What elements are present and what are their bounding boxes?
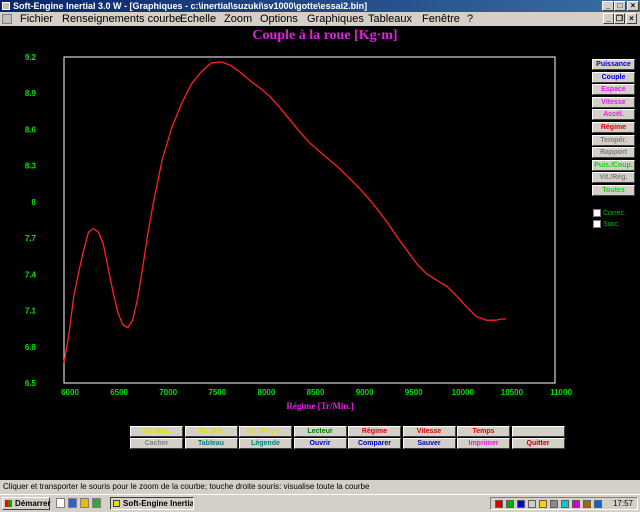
bottom-buttons-row1-7[interactable] xyxy=(511,426,565,437)
x-tick-label: 7000 xyxy=(159,388,177,397)
taskbar-app-button[interactable]: Soft-Engine Inertial... xyxy=(110,497,194,510)
tray-icon-3[interactable] xyxy=(517,500,525,508)
correc-checkbox[interactable]: Correc. xyxy=(593,209,626,218)
x-tick-label: 8000 xyxy=(258,388,276,397)
tray-icon-4[interactable] xyxy=(528,500,536,508)
x-tick-label: 7500 xyxy=(208,388,226,397)
right-button-3[interactable]: Vitesse xyxy=(592,96,635,108)
right-button-1[interactable]: Couple xyxy=(592,71,635,83)
bottom-buttons-row1-4[interactable]: Régime xyxy=(348,426,401,437)
bottom-buttons-row2-7[interactable]: Quitter xyxy=(511,438,565,449)
right-button-2[interactable]: Espace xyxy=(592,84,635,96)
right-button-10[interactable]: Toutes xyxy=(592,185,635,196)
x-tick-label: 10500 xyxy=(501,388,524,397)
windows-logo-icon xyxy=(5,500,12,507)
start-label: Démarrer xyxy=(15,499,51,508)
x-axis-label: Régime [Tr/Min.] xyxy=(286,401,353,411)
quick-launch-app-icon[interactable] xyxy=(92,498,101,508)
bottom-buttons-row2-2[interactable]: Légende xyxy=(239,438,292,449)
status-bar: Cliquer et transporter le souris pour le… xyxy=(0,480,640,494)
right-button-4[interactable]: Accél. xyxy=(592,109,635,121)
bottom-buttons-row2-0[interactable]: Cacher xyxy=(130,438,183,449)
tray-icon-10[interactable] xyxy=(594,500,602,508)
y-tick-label: 8.6 xyxy=(25,125,37,134)
right-button-7[interactable]: Rapport xyxy=(592,147,635,159)
tray-icon-8[interactable] xyxy=(572,500,580,508)
quick-launch-browser-icon[interactable] xyxy=(68,498,77,508)
tray-icon-9[interactable] xyxy=(583,500,591,508)
app-taskbar-icon xyxy=(113,500,120,507)
tray-icon-7[interactable] xyxy=(561,500,569,508)
bottom-buttons-row2-6[interactable]: Imprimer xyxy=(457,438,510,449)
y-tick-label: 7.4 xyxy=(25,270,37,279)
y-tick-label: 6.8 xyxy=(25,343,37,352)
system-tray: 17:57 xyxy=(490,497,638,510)
y-tick-label: 8.9 xyxy=(25,89,37,98)
bottom-buttons-row1-3[interactable]: Lecteur xyxy=(293,426,347,437)
x-tick-label: 6500 xyxy=(110,388,128,397)
x-tick-label: 11000 xyxy=(550,388,572,397)
bottom-buttons-row1-0[interactable]: Val. Max. xyxy=(130,426,183,437)
x-tick-label: 9000 xyxy=(356,388,374,397)
taskbar-app-label: Soft-Engine Inertial... xyxy=(123,499,194,508)
bottom-buttons-row2-5[interactable]: Sauver xyxy=(402,438,456,449)
start-button[interactable]: Démarrer xyxy=(2,497,51,510)
tray-icon-6[interactable] xyxy=(550,500,558,508)
tray-icon-1[interactable] xyxy=(495,500,503,508)
bottom-buttons-row2-4[interactable]: Comparer xyxy=(348,438,401,449)
right-button-6[interactable]: Tempér. xyxy=(592,134,635,146)
succ-checkbox-label: Succ. xyxy=(603,220,621,228)
x-tick-label: 8500 xyxy=(307,388,325,397)
clock: 17:57 xyxy=(612,499,633,508)
quick-launch-desktop-icon[interactable] xyxy=(56,498,65,508)
x-tick-labels: 6000 6500 7000 7500 8000 8500 9000 9500 10000 105… xyxy=(61,388,572,397)
bottom-buttons-row1-2[interactable]: Val. Moyen. xyxy=(239,426,292,437)
bottom-buttons-row1-5[interactable]: Vitesse xyxy=(402,426,456,437)
x-tick-label: 9500 xyxy=(405,388,423,397)
quick-launch-folder-icon[interactable] xyxy=(80,498,89,508)
y-tick-label: 6.5 xyxy=(25,379,37,388)
y-tick-labels: 6.5 6.8 7.1 7.4 7.7 8 8.3 8.6 8.9 9.2 xyxy=(25,53,37,388)
tray-icon-5[interactable] xyxy=(539,500,547,508)
y-tick-label: 7.7 xyxy=(25,234,37,243)
plot-frame xyxy=(63,56,556,384)
succ-checkbox[interactable]: Succ. xyxy=(593,220,621,229)
torque-curve xyxy=(63,61,506,363)
right-button-8[interactable]: Puis./Coup. xyxy=(592,159,635,171)
tray-icon-2[interactable] xyxy=(506,500,514,508)
bottom-buttons-row1-1[interactable]: Val. Min. xyxy=(184,426,238,437)
right-button-5[interactable]: Régime xyxy=(592,122,635,133)
correc-checkbox-label: Correc. xyxy=(603,209,626,217)
correc-checkbox-box[interactable] xyxy=(593,209,601,217)
y-tick-label: 9.2 xyxy=(25,53,37,62)
bottom-buttons-row2-1[interactable]: Tableau xyxy=(184,438,238,449)
bottom-buttons-row1-6[interactable]: Temps xyxy=(457,426,510,437)
x-tick-label: 10000 xyxy=(452,388,475,397)
bottom-buttons-row2-3[interactable]: Ouvrir xyxy=(293,438,347,449)
right-button-0[interactable]: Puissance xyxy=(592,59,635,70)
succ-checkbox-box[interactable] xyxy=(593,220,601,228)
chart-axes xyxy=(63,56,556,384)
y-tick-label: 7.1 xyxy=(25,307,37,316)
x-tick-label: 6000 xyxy=(61,388,79,397)
right-button-9[interactable]: Vit./Rég. xyxy=(592,172,635,184)
y-tick-label: 8 xyxy=(32,198,37,207)
taskbar: Démarrer Soft-Engine Inertial... 17:57 xyxy=(0,494,640,512)
y-tick-label: 8.3 xyxy=(25,162,37,171)
